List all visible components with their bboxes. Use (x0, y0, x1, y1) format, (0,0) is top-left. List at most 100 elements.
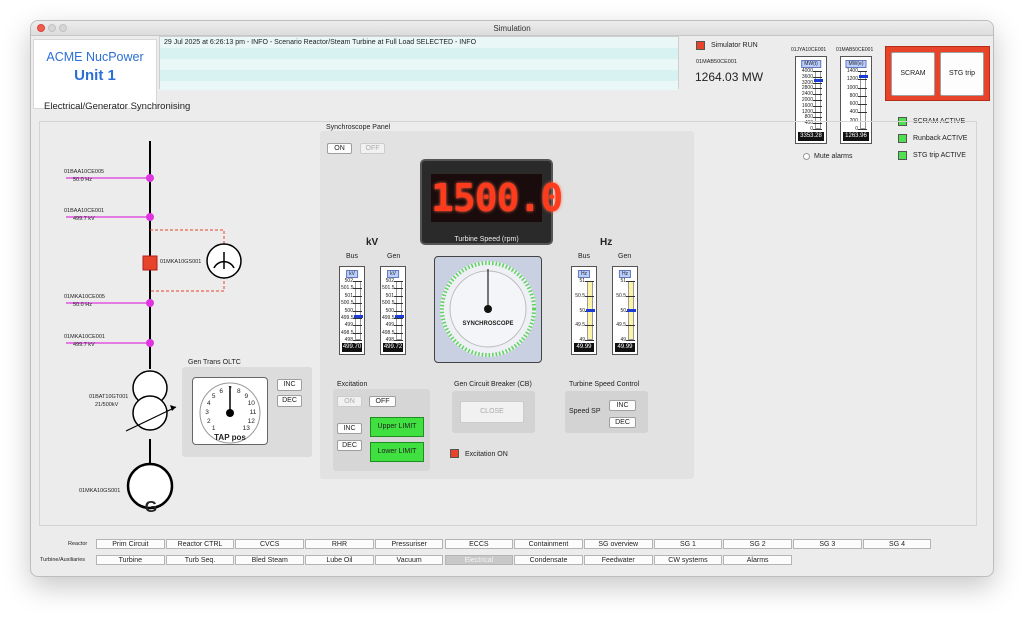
gcb-close-button[interactable]: CLOSE (460, 401, 524, 423)
transformer-tag: 01BAT10GT001 (89, 394, 129, 400)
oltc-dec-button[interactable]: DEC (277, 395, 302, 407)
title-bar: Simulation (31, 21, 993, 36)
meter-tick-label: 499 (385, 322, 394, 329)
brand-box: ACME NucPower Unit 1 (33, 39, 157, 109)
synchroscope-panel-title: Synchroscope Panel (326, 124, 391, 131)
nav-sg-4[interactable]: SG 4 (862, 539, 932, 549)
meter-tick (394, 332, 403, 334)
meter-tick (394, 295, 403, 297)
meter-tick (813, 76, 822, 78)
meter-unit: kV (387, 270, 399, 278)
excitation-inc-button[interactable]: INC (337, 423, 362, 434)
speed-control-title: Turbine Speed Control (569, 381, 640, 388)
excitation-title: Excitation (337, 381, 368, 388)
zoom-icon[interactable] (59, 24, 67, 32)
meter-tick (858, 87, 867, 89)
meter-tick-label: 49 (579, 337, 585, 343)
meter-tick (858, 71, 867, 72)
oltc-inc-button[interactable]: INC (277, 379, 302, 391)
stg-trip-button[interactable]: STG trip (940, 52, 984, 96)
nav-turbine[interactable]: Turbine (96, 555, 165, 565)
meter-unit: MW(e) (845, 60, 867, 68)
meter-unit: kV (346, 270, 358, 278)
meter-tick-label: 600 (849, 101, 858, 108)
oltc-panel: 1 2 3 4 5 6 7 8 9 10 11 12 13 TAP pos INC DEC (182, 367, 312, 457)
meter-pointer (859, 75, 868, 79)
nav-sg-overview[interactable]: SG overview (583, 539, 653, 549)
bus-hz-meter: Hz 49.99 51 50.5 50 49.5 49 (571, 266, 597, 355)
event-log[interactable]: 29 Jul 2025 at 6:26:13 pm - INFO - Scena… (159, 36, 679, 90)
nav-cw-systems[interactable]: CW systems (653, 555, 723, 565)
nav-containment[interactable]: Containment (514, 539, 583, 549)
nav-reactor-ctrl[interactable]: Reactor CTRL (165, 539, 235, 549)
upper-limit-indicator: Upper LIMIT (370, 417, 424, 437)
speed-dec-button[interactable]: DEC (609, 417, 636, 428)
sync-off-button[interactable]: OFF (360, 143, 385, 154)
nav-bled-steam[interactable]: Bled Steam (235, 555, 305, 565)
nav-sg-2[interactable]: SG 2 (723, 539, 792, 549)
meter-tick-label: 500.5 (382, 300, 395, 307)
meter-tick-label: 498.5 (382, 329, 395, 336)
company-name: ACME NucPower (46, 50, 144, 64)
meter-tag: 01MAB50CE001 (836, 47, 874, 53)
meter-tick (858, 112, 867, 114)
meter-tick-label: 500 (344, 307, 353, 314)
meter-readout: 49.99 (615, 343, 635, 352)
nav-pressuriser[interactable]: Pressuriser (374, 539, 444, 549)
sync-on-button[interactable]: ON (327, 143, 352, 154)
nav-lube-oil[interactable]: Lube Oil (305, 555, 374, 565)
nav-feedwater[interactable]: Feedwater (583, 555, 653, 565)
meter-tick (353, 310, 362, 312)
speed-inc-button[interactable]: INC (609, 400, 636, 411)
meter-tick-label: 800 (849, 92, 858, 99)
meter-tick-label: 1000 (846, 84, 858, 91)
nav-condensate[interactable]: Condensate (514, 555, 583, 565)
excitation-dec-button[interactable]: DEC (337, 440, 362, 451)
transformer-rating: 21/500kV (95, 402, 119, 408)
scram-button[interactable]: SCRAM (891, 52, 935, 96)
nav-alarms[interactable]: Alarms (723, 555, 792, 565)
meter-name: Bus (578, 253, 591, 260)
nav-cvcs[interactable]: CVCS (235, 539, 305, 549)
tap-number: 13 (242, 425, 250, 433)
nav-sg-3[interactable]: SG 3 (793, 539, 862, 549)
nav-sg-1[interactable]: SG 1 (653, 539, 723, 549)
nav-eccs[interactable]: ECCS (444, 539, 514, 549)
excitation-off-button[interactable]: OFF (369, 396, 396, 407)
power-tag: 01MAB50CE001 (696, 59, 737, 65)
log-entry: 29 Jul 2025 at 6:26:13 pm - INFO - Scena… (164, 39, 477, 46)
meter-tick-label: 400 (849, 109, 858, 116)
meter-tick-label: 501.5 (382, 285, 395, 292)
meter-tick-label: 500.5 (341, 300, 354, 307)
meter-tick (813, 82, 822, 84)
meter-tick-label: 50.5 (616, 292, 626, 299)
meter-tick (585, 340, 594, 341)
nav-prim-circuit[interactable]: Prim Circuit (96, 539, 165, 549)
meter-tick (353, 332, 362, 334)
breaker-symbol[interactable] (142, 255, 158, 271)
meter-tick (813, 94, 822, 96)
meter-tick (858, 95, 867, 97)
meter-tick (585, 295, 594, 297)
tap-number: 3 (205, 409, 209, 416)
meter-tick-label: 502 (344, 278, 353, 284)
meter-unit: Hz (618, 270, 632, 278)
meter-tick (813, 117, 822, 119)
meter-tick (626, 281, 635, 282)
minimize-icon[interactable] (48, 24, 56, 32)
tap-number: 1 (211, 425, 216, 433)
nav-vacuum[interactable]: Vacuum (374, 555, 444, 565)
meter-tick (813, 105, 822, 107)
nav-rhr[interactable]: RHR (305, 539, 374, 549)
bus-kv-meter: kV 499.70 502 501.5 501 500.5 500 499.5 499 498… (339, 266, 365, 355)
speed-sp-label: Speed SP (569, 408, 601, 415)
meter-tick (858, 79, 867, 81)
close-icon[interactable] (37, 24, 45, 32)
excitation-on-button[interactable]: ON (337, 396, 362, 407)
hz-heading: Hz (600, 237, 613, 248)
generator-letter: G (144, 499, 158, 516)
meter-tick (585, 281, 594, 282)
meter-tick (394, 310, 403, 312)
nav-electrical[interactable]: Electrical (444, 555, 514, 565)
nav-turb-seq[interactable]: Turb Seq. (165, 555, 235, 565)
